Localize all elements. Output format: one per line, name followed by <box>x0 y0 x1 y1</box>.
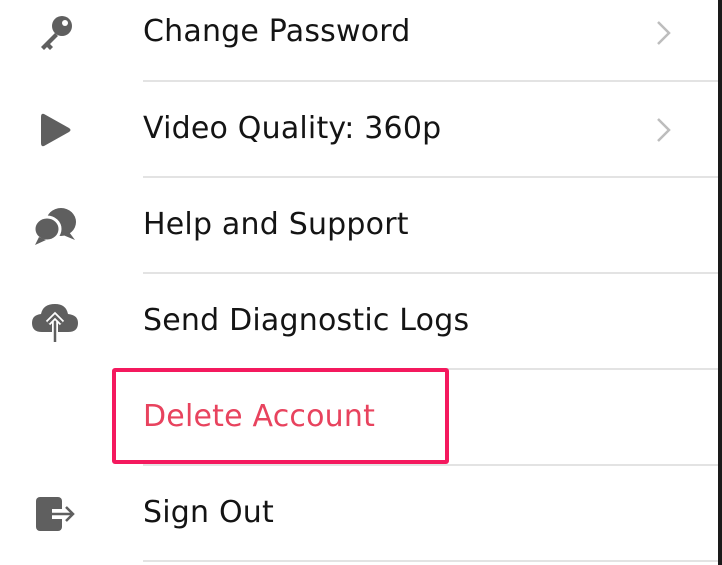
menu-item-delete-account[interactable]: Delete Account <box>0 370 718 466</box>
chat-bubbles-icon <box>30 201 80 251</box>
key-icon <box>30 8 80 58</box>
divider <box>143 560 718 562</box>
chevron-right-icon <box>652 115 676 145</box>
menu-item-change-password[interactable]: Change Password <box>0 0 718 81</box>
play-icon <box>30 105 80 155</box>
menu-item-label: Change Password <box>143 14 411 50</box>
menu-item-label: Delete Account <box>143 399 376 435</box>
sign-out-icon <box>30 489 80 539</box>
cloud-upload-icon <box>30 297 80 347</box>
chevron-right-icon <box>652 18 676 48</box>
menu-item-sign-out[interactable]: Sign Out <box>0 466 718 562</box>
window-edge <box>718 0 722 565</box>
menu-item-label: Help and Support <box>143 207 409 243</box>
menu-item-label: Sign Out <box>143 495 274 531</box>
menu-item-label: Send Diagnostic Logs <box>143 303 470 339</box>
menu-item-help-and-support[interactable]: Help and Support <box>0 178 718 274</box>
menu-item-label: Video Quality: 360p <box>143 111 442 147</box>
menu-item-video-quality[interactable]: Video Quality: 360p <box>0 82 718 178</box>
menu-item-send-diagnostic-logs[interactable]: Send Diagnostic Logs <box>0 274 718 370</box>
